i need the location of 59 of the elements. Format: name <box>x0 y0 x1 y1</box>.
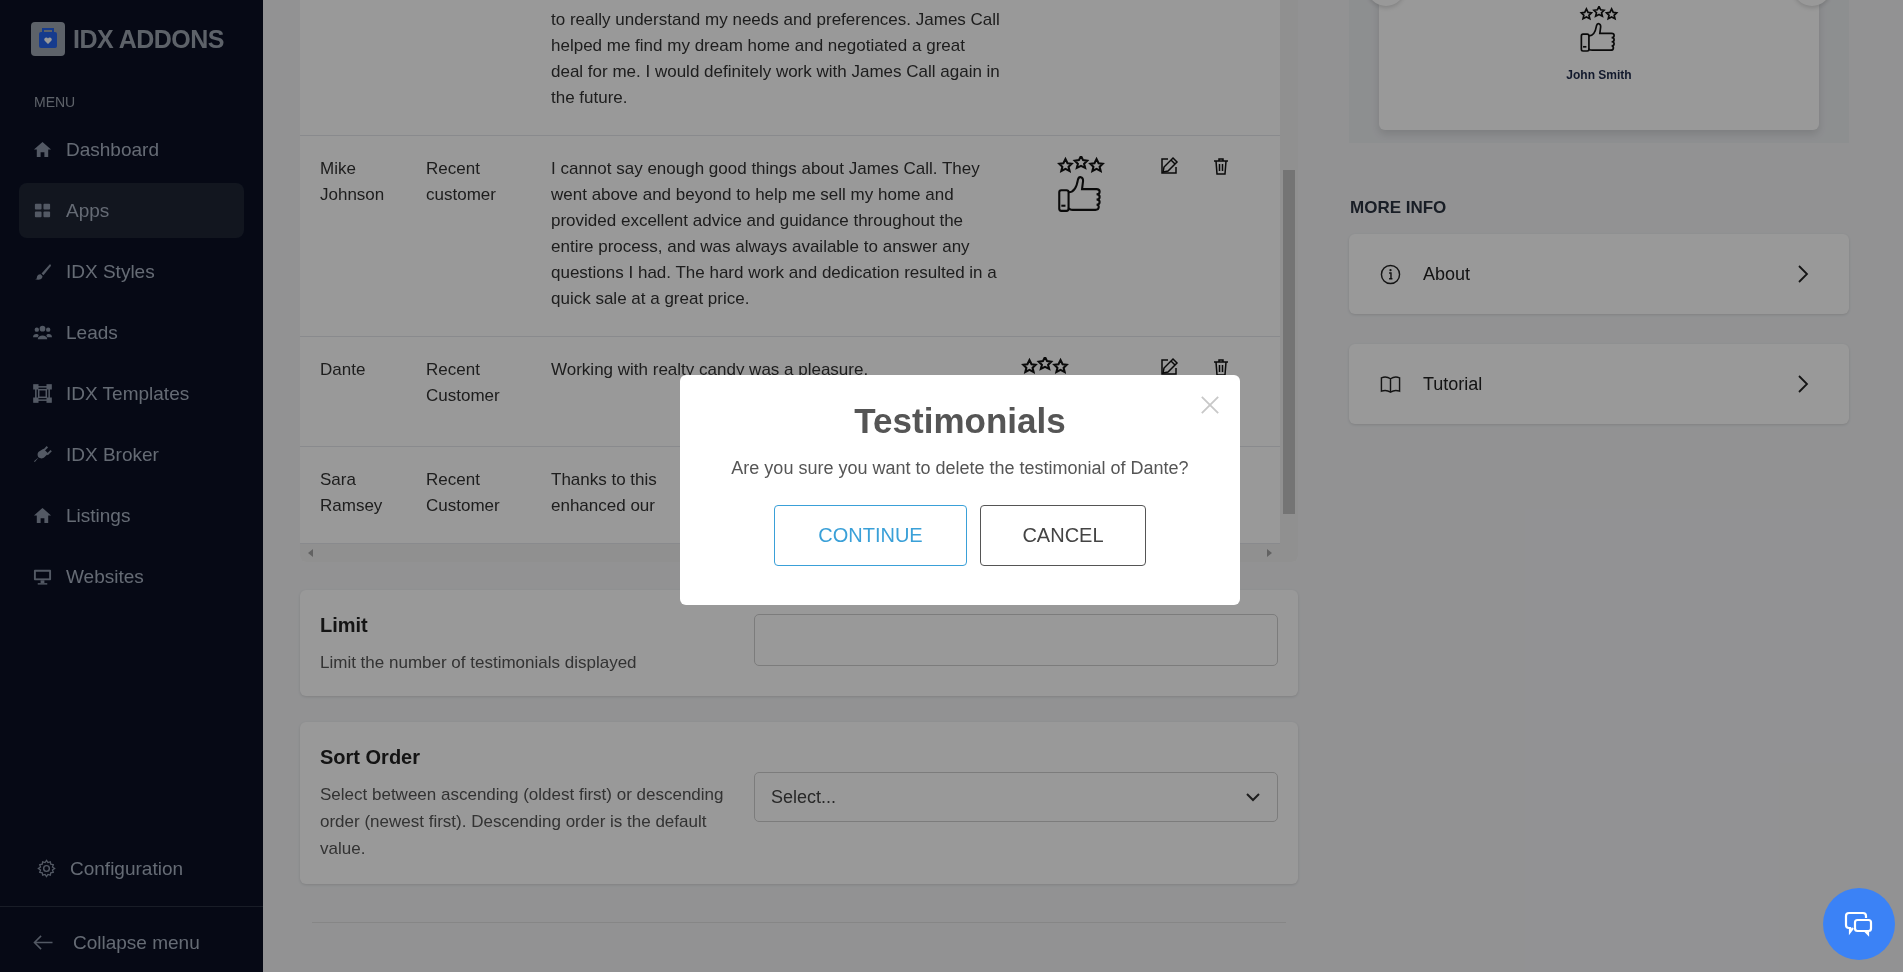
input-field[interactable] <box>754 614 1278 666</box>
template-icon <box>33 384 52 403</box>
logo-icon <box>31 22 65 56</box>
table-cell-text: to really understand my needs and preferences. James Call helped me find my dream home and negotiated a great deal for me. I would definitely work with James Call again in the future. <box>551 9 1000 109</box>
settings-icon <box>37 859 56 878</box>
continue-button[interactable]: CONTINUE <box>774 505 967 566</box>
section-heading: MORE INFO <box>1350 198 1448 218</box>
setting-title: Sort Order <box>320 746 422 769</box>
vertical-scrollbar[interactable] <box>1280 0 1298 544</box>
plug-icon <box>33 445 52 464</box>
configuration-link[interactable]: Configuration <box>19 841 244 896</box>
table-cell-text: Dante <box>320 359 367 381</box>
table-cell-text: Mike Johnson <box>320 158 386 206</box>
table-cell-text: Recent customer <box>426 158 497 206</box>
home-icon <box>33 506 52 525</box>
cancel-button[interactable]: CANCEL <box>980 505 1146 566</box>
menu-label: MENU <box>34 94 77 110</box>
chevron-down-icon <box>1245 792 1261 802</box>
table-cell-text: Sara Ramsey <box>320 469 384 517</box>
dialog-message: Are you sure you want to delete the testimonial of Dante? <box>731 458 1189 479</box>
table-cell-text: I cannot say enough good things about James Call. They went above and beyond to help me sell my home and provided excellent advice and guidance throughout the entire process, and was always available to answer any questions I had. The hard work and dedication resulted in a quick sale at a great price. <box>551 158 997 310</box>
monitor-icon <box>33 567 52 586</box>
setting-description: Select between ascending (oldest first) or descending order (newest first). Descending order is the default value. <box>320 784 725 860</box>
nav-item[interactable]: Listings <box>19 488 244 543</box>
grid-icon <box>33 201 52 220</box>
edit-icon[interactable] <box>1159 357 1179 377</box>
edit-icon[interactable] <box>1159 156 1179 176</box>
arrow-left-icon <box>31 933 55 952</box>
nav-item[interactable]: Dashboard <box>19 122 244 177</box>
nav-item[interactable]: Leads <box>19 305 244 360</box>
info-icon <box>1380 263 1401 285</box>
chevron-right-icon <box>1797 264 1809 284</box>
nav-item[interactable]: IDX Broker <box>19 427 244 482</box>
trash-icon[interactable] <box>1211 156 1231 176</box>
dialog-title: Testimonials <box>854 401 1066 441</box>
chevron-right-icon <box>1797 374 1809 394</box>
trash-icon[interactable] <box>1211 357 1231 377</box>
setting-title: Limit <box>320 614 369 637</box>
nav-item[interactable]: Websites <box>19 549 244 604</box>
brush-icon <box>33 262 52 281</box>
thumbs-up-stars-icon <box>1055 156 1107 214</box>
thumbs-up-stars-icon <box>1578 6 1620 54</box>
book-icon <box>1380 373 1401 395</box>
home-icon <box>33 140 52 159</box>
table-cell-text: Recent Customer <box>426 469 501 517</box>
setting-description: Limit the number of testimonials displayed <box>320 652 638 674</box>
info-link-card[interactable]: About <box>1349 234 1849 314</box>
reviewer-name: John Smith <box>1566 68 1632 82</box>
nav-item[interactable]: IDX Templates <box>19 366 244 421</box>
table-cell-text: Thanks to this enhanced our <box>551 469 657 517</box>
collapse-menu-link[interactable]: Collapse menu <box>19 915 244 970</box>
nav-item[interactable]: Apps <box>19 183 244 238</box>
users-icon <box>33 323 52 342</box>
table-cell-text: Recent Customer <box>426 359 501 407</box>
select-dropdown[interactable]: Select... <box>754 772 1278 822</box>
nav-item[interactable]: IDX Styles <box>19 244 244 299</box>
table-cell-text: Working with realty candy was a pleasure. <box>551 359 869 381</box>
logo-text: IDX ADDONS <box>73 24 225 54</box>
info-link-card[interactable]: Tutorial <box>1349 344 1849 424</box>
